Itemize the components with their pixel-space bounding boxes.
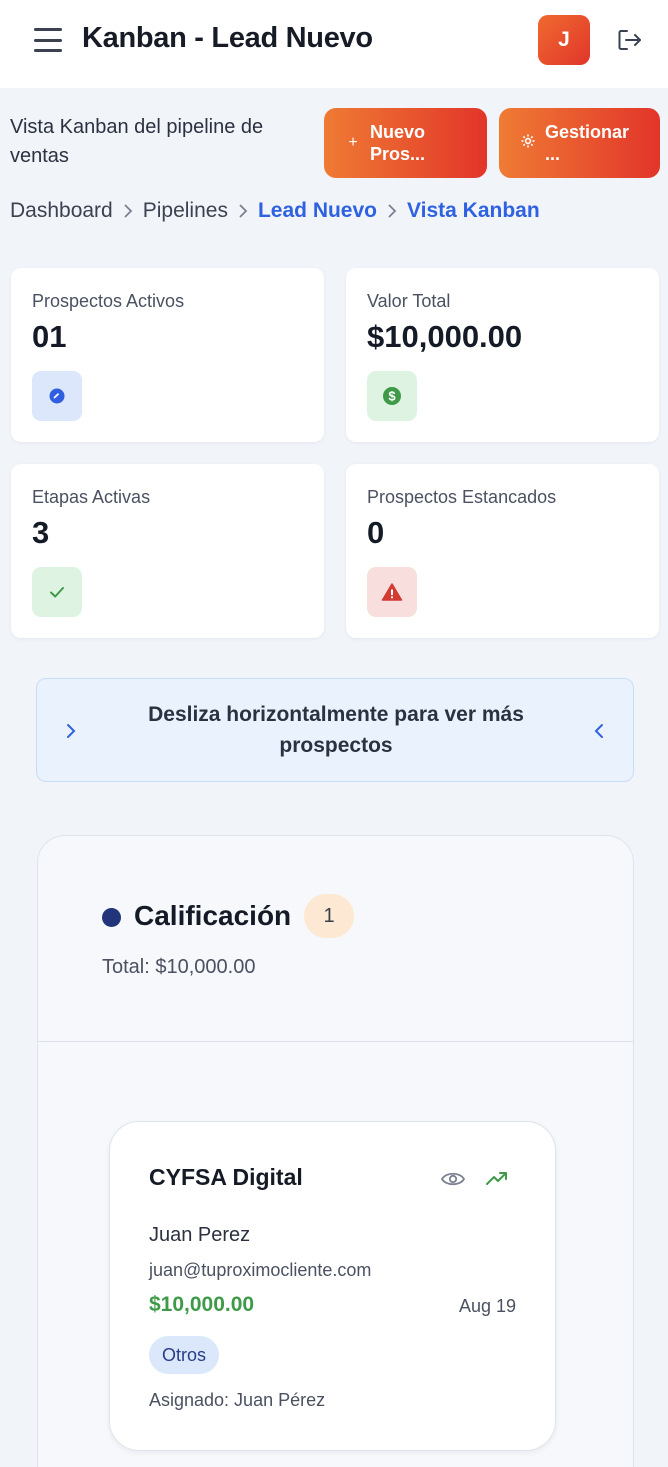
card-contact-name: Juan Perez	[149, 1224, 251, 1246]
top-bar: Kanban - Lead Nuevo J	[0, 0, 668, 88]
gear-icon	[517, 133, 539, 154]
swipe-hint-text: Desliza horizontalmente para ver más pro…	[148, 703, 524, 757]
stat-value: 0	[367, 515, 385, 550]
manage-label: Gestionar ...	[545, 122, 630, 164]
breadcrumb-dashboard[interactable]: Dashboard	[10, 199, 113, 223]
trending-up-icon[interactable]	[484, 1168, 510, 1190]
stat-card-active-prospects: Prospectos Activos 01	[11, 268, 324, 442]
warning-icon	[367, 567, 417, 617]
eye-icon[interactable]	[440, 1168, 466, 1190]
hamburger-menu-icon[interactable]	[32, 26, 64, 54]
chevron-left-icon[interactable]	[589, 719, 609, 743]
stat-label: Etapas Activas	[32, 487, 151, 507]
users-icon	[32, 371, 82, 421]
stat-label: Prospectos Activos	[32, 291, 185, 311]
card-email[interactable]: juan@tuproximocliente.com	[149, 1260, 371, 1281]
chevron-right-icon	[113, 203, 143, 219]
new-prospect-label: Nuevo Pros...	[370, 122, 426, 164]
stat-card-total-value: Valor Total $10,000.00 $	[346, 268, 659, 442]
chevron-right-icon	[228, 203, 258, 219]
stat-card-active-stages: Etapas Activas 3	[11, 464, 324, 638]
svg-text:$: $	[388, 389, 396, 404]
stat-label: Valor Total	[367, 291, 451, 311]
column-total: Total: $10,000.00	[102, 956, 256, 978]
manage-button[interactable]: Gestionar ...	[499, 108, 660, 178]
swipe-hint-banner: Desliza horizontalmente para ver más pro…	[36, 678, 634, 782]
stat-value: $10,000.00	[367, 319, 523, 354]
page-subtitle: Vista Kanban del pipeline de ventas	[10, 116, 264, 167]
breadcrumb-vista-kanban[interactable]: Vista Kanban	[407, 199, 540, 223]
column-count-badge: 1	[304, 894, 354, 938]
plus-icon: +	[348, 134, 358, 151]
prospect-card[interactable]: CYFSA Digital Juan Perez juan@tuproximoc…	[109, 1121, 556, 1451]
chevron-right-icon[interactable]	[61, 719, 81, 743]
logout-icon[interactable]	[616, 27, 644, 53]
stage-color-dot	[102, 908, 121, 927]
kanban-column-calificacion: Calificación 1 Total: $10,000.00 CYFSA D…	[37, 835, 634, 1467]
card-date: Aug 19	[458, 1296, 516, 1316]
card-assigned: Asignado: Juan Pérez	[149, 1390, 326, 1410]
check-icon	[32, 567, 82, 617]
stat-value: 3	[32, 515, 50, 550]
avatar[interactable]: J	[538, 15, 590, 65]
breadcrumb: Dashboard Pipelines Lead Nuevo Vista Kan…	[10, 199, 540, 223]
new-prospect-button[interactable]: + Nuevo Pros...	[324, 108, 487, 178]
breadcrumb-lead-nuevo[interactable]: Lead Nuevo	[258, 199, 377, 223]
stat-value: 01	[32, 319, 67, 354]
chevron-right-icon	[377, 203, 407, 219]
column-header: Calificación 1 Total: $10,000.00	[38, 836, 633, 1042]
card-tag: Otros	[149, 1336, 220, 1374]
stat-label: Prospectos Estancados	[367, 487, 557, 507]
card-company: CYFSA Digital	[149, 1164, 303, 1190]
stat-card-stalled-prospects: Prospectos Estancados 0	[346, 464, 659, 638]
breadcrumb-pipelines[interactable]: Pipelines	[143, 199, 228, 223]
dollar-icon: $	[367, 371, 417, 421]
column-title: Calificación	[134, 900, 292, 931]
card-amount: $10,000.00	[149, 1293, 255, 1316]
page-title: Kanban - Lead Nuevo	[82, 22, 373, 54]
